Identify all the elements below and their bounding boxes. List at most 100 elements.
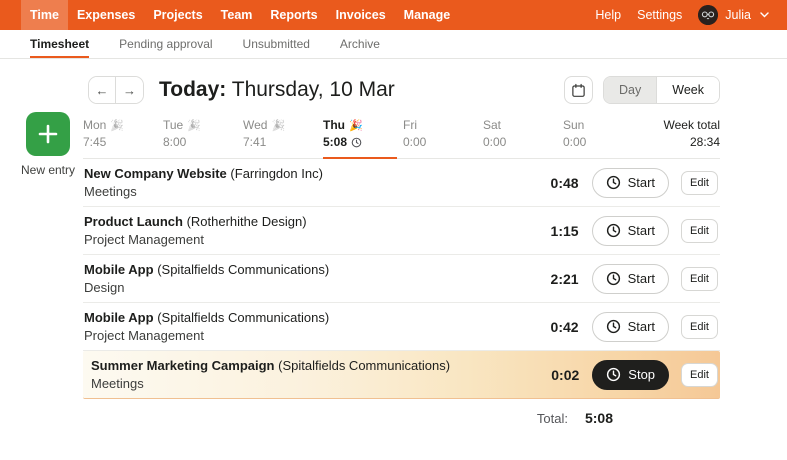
entry-time: 0:02 (531, 367, 579, 383)
new-entry-button[interactable] (26, 112, 70, 156)
day-column-sat[interactable]: Sat 0:00 (483, 118, 563, 149)
nav-item-time[interactable]: Time (21, 0, 68, 30)
entry-time: 1:15 (531, 223, 579, 239)
nav-item-team[interactable]: Team (212, 0, 262, 30)
party-popper-icon: 🎉 (187, 119, 201, 132)
project-name: Mobile App (84, 262, 154, 277)
settings-link[interactable]: Settings (637, 8, 682, 22)
day-total-row: Total: 5:08 (83, 399, 720, 437)
tab-pending-approval[interactable]: Pending approval (119, 30, 212, 58)
nav-item-manage[interactable]: Manage (395, 0, 460, 30)
previous-day-button[interactable]: ← (89, 77, 116, 103)
project-name: Mobile App (84, 310, 154, 325)
week-total: Week total 28:34 (643, 118, 720, 149)
app-window: Time Expenses Projects Team Reports Invo… (0, 0, 787, 460)
day-hours: 8:00 (163, 135, 243, 149)
week-strip: Mon🎉 7:45 Tue🎉 8:00 Wed🎉 7:41 Thu🎉 5:08 … (83, 118, 720, 159)
party-popper-icon: 🎉 (271, 119, 285, 132)
time-entry-row: Mobile App (Spitalfields Communications)… (83, 303, 720, 351)
party-popper-icon: 🎉 (349, 119, 363, 132)
tab-bar: Timesheet Pending approval Unsubmitted A… (0, 30, 787, 59)
tab-archive[interactable]: Archive (340, 30, 380, 58)
date-nav-arrows: ← → (88, 76, 144, 104)
calendar-icon (571, 83, 586, 98)
day-column-mon[interactable]: Mon 🎉 7:45 (83, 118, 163, 149)
tab-timesheet[interactable]: Timesheet (30, 30, 89, 58)
day-name: Thu (323, 118, 345, 132)
start-timer-button[interactable]: Start (592, 264, 669, 294)
day-column-wed[interactable]: Wed 🎉 7:41 (243, 118, 323, 149)
edit-entry-button[interactable]: Edit (681, 171, 718, 195)
day-name: Wed (243, 118, 267, 132)
clock-icon (606, 271, 621, 286)
edit-entry-button[interactable]: Edit (681, 219, 718, 243)
task-name: Design (84, 280, 531, 295)
project-name: Summer Marketing Campaign (91, 358, 275, 373)
user-name: Julia (725, 8, 751, 22)
day-hours: 0:00 (403, 135, 483, 149)
day-hours: 0:00 (563, 135, 643, 149)
client-name: (Spitalfields Communications) (157, 262, 329, 277)
client-name: (Rotherhithe Design) (187, 214, 307, 229)
day-name: Fri (403, 118, 417, 132)
user-menu[interactable]: Julia (698, 5, 769, 25)
start-timer-button[interactable]: Start (592, 312, 669, 342)
project-name: New Company Website (84, 166, 227, 181)
day-name: Sat (483, 118, 501, 132)
page-title-date: Thursday, 10 Mar (226, 78, 394, 101)
week-total-value: 28:34 (643, 135, 720, 149)
next-day-button[interactable]: → (116, 77, 143, 103)
time-entry-row-running: Summer Marketing Campaign (Spitalfields … (83, 351, 720, 399)
start-timer-button[interactable]: Start (592, 216, 669, 246)
task-name: Meetings (84, 184, 531, 199)
day-hours: 0:00 (483, 135, 563, 149)
day-hours: 5:08 (323, 135, 347, 149)
week-total-label: Week total (643, 118, 720, 132)
day-hours: 7:41 (243, 135, 323, 149)
page-title-prefix: Today: (159, 78, 226, 101)
edit-entry-button[interactable]: Edit (681, 267, 718, 291)
time-entry-row: Mobile App (Spitalfields Communications)… (83, 255, 720, 303)
day-column-tue[interactable]: Tue 🎉 8:00 (163, 118, 243, 149)
total-label: Total: (537, 411, 568, 426)
nav-item-projects[interactable]: Projects (144, 0, 211, 30)
start-timer-button[interactable]: Start (592, 168, 669, 198)
date-header: ← → Today: Thursday, 10 Mar Day Week (88, 76, 720, 104)
task-name: Project Management (84, 232, 531, 247)
help-link[interactable]: Help (595, 8, 621, 22)
stop-timer-button[interactable]: Stop (592, 360, 669, 390)
plus-icon (36, 122, 60, 146)
party-popper-icon: 🎉 (110, 119, 124, 132)
client-name: (Spitalfields Communications) (278, 358, 450, 373)
top-nav-bar: Time Expenses Projects Team Reports Invo… (0, 0, 787, 30)
total-value: 5:08 (585, 410, 613, 426)
day-column-thu[interactable]: Thu 🎉 5:08 (323, 118, 403, 149)
day-name: Mon (83, 118, 106, 132)
calendar-button[interactable] (564, 76, 593, 104)
day-hours: 7:45 (83, 135, 163, 149)
edit-entry-button[interactable]: Edit (681, 363, 718, 387)
day-name: Sun (563, 118, 584, 132)
view-toggle: Day Week (603, 76, 720, 104)
client-name: (Farringdon Inc) (230, 166, 322, 181)
nav-item-invoices[interactable]: Invoices (327, 0, 395, 30)
entry-time: 2:21 (531, 271, 579, 287)
nav-item-reports[interactable]: Reports (261, 0, 326, 30)
day-column-fri[interactable]: Fri 0:00 (403, 118, 483, 149)
project-name: Product Launch (84, 214, 183, 229)
entry-time: 0:42 (531, 319, 579, 335)
week-view-toggle[interactable]: Week (656, 77, 719, 103)
day-view-toggle[interactable]: Day (604, 77, 656, 103)
edit-entry-button[interactable]: Edit (681, 315, 718, 339)
day-name: Tue (163, 118, 183, 132)
clock-icon (606, 319, 621, 334)
time-entry-row: Product Launch (Rotherhithe Design) Proj… (83, 207, 720, 255)
day-column-sun[interactable]: Sun 0:00 (563, 118, 643, 149)
task-name: Meetings (91, 376, 531, 391)
nav-item-expenses[interactable]: Expenses (68, 0, 144, 30)
avatar (698, 5, 718, 25)
new-entry-label: New entry (15, 163, 81, 177)
task-name: Project Management (84, 328, 531, 343)
tab-unsubmitted[interactable]: Unsubmitted (243, 30, 310, 58)
entry-time: 0:48 (531, 175, 579, 191)
